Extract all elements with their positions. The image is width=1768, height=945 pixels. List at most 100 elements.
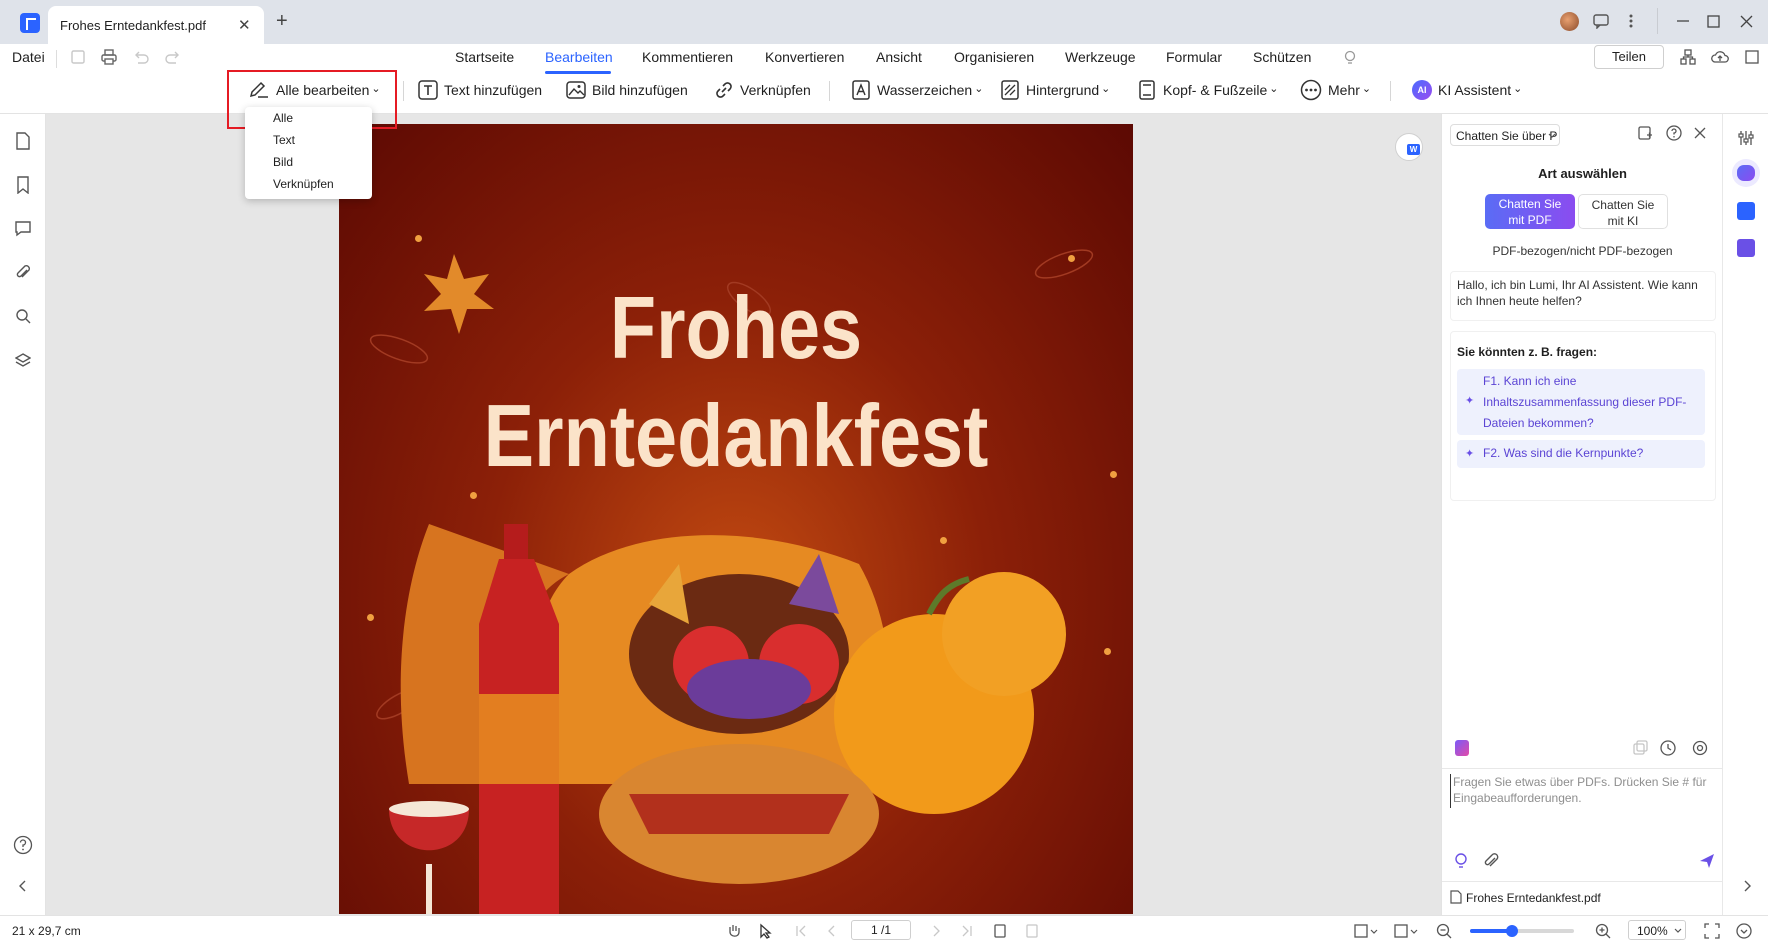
chat-with-ai-button[interactable]: Chatten Sie mit KI xyxy=(1578,194,1668,229)
new-tab-icon[interactable]: + xyxy=(276,10,288,33)
tab-bearbeiten[interactable]: Bearbeiten xyxy=(545,49,613,65)
lightbulb-icon[interactable] xyxy=(1454,853,1468,869)
sliders-icon[interactable] xyxy=(1738,130,1754,146)
copy-icon[interactable] xyxy=(1632,740,1648,756)
more-button[interactable]: Mehr ⌄ xyxy=(1300,79,1371,101)
watermark-button[interactable]: Wasserzeichen ⌄ xyxy=(851,79,983,101)
view-mode-icon[interactable] xyxy=(1394,923,1418,939)
document-tab[interactable]: Frohes Erntedankfest.pdf ✕ xyxy=(48,6,264,44)
tab-organisieren[interactable]: Organisieren xyxy=(954,49,1034,65)
tab-werkzeuge[interactable]: Werkzeuge xyxy=(1065,49,1136,65)
search-icon[interactable] xyxy=(15,308,31,326)
page-thumbnails-icon[interactable] xyxy=(15,132,31,150)
file-menu[interactable]: Datei xyxy=(12,49,45,65)
prompt-library-icon[interactable] xyxy=(1455,740,1469,756)
avatar[interactable] xyxy=(1560,12,1579,31)
suggestions-heading: Sie könnten z. B. fragen: xyxy=(1457,345,1598,359)
header-footer-button[interactable]: Kopf- & Fußzeile ⌄ xyxy=(1137,79,1278,101)
attachment-icon[interactable] xyxy=(15,264,31,282)
hand-tool-icon[interactable] xyxy=(726,923,742,939)
watermark-icon xyxy=(852,80,870,100)
fullscreen-icon[interactable] xyxy=(1704,923,1720,939)
more-dots-icon xyxy=(1300,79,1322,101)
page-layout-icon[interactable] xyxy=(1354,923,1378,939)
link-button[interactable]: Verknüpfen xyxy=(714,79,811,101)
close-panel-icon[interactable] xyxy=(1694,127,1706,139)
history-icon[interactable] xyxy=(1660,740,1676,756)
next-page-icon[interactable] xyxy=(930,925,942,937)
add-image-label: Bild hinzufügen xyxy=(592,82,688,98)
tab-ansicht[interactable]: Ansicht xyxy=(876,49,922,65)
ai-assistant-button[interactable]: AI KI Assistent ⌄ xyxy=(1412,79,1522,101)
context-file-name: Frohes Erntedankfest.pdf xyxy=(1466,891,1601,905)
redo-icon[interactable] xyxy=(165,49,181,65)
dropdown-item-bild[interactable]: Bild xyxy=(273,155,293,169)
zoom-slider[interactable] xyxy=(1470,925,1574,937)
tab-formular[interactable]: Formular xyxy=(1166,49,1222,65)
pdf-page[interactable]: Frohes Erntedankfest xyxy=(339,124,1133,914)
share-button[interactable]: Teilen xyxy=(1594,45,1664,69)
comment-icon[interactable] xyxy=(15,220,31,238)
add-text-button[interactable]: Text hinzufügen xyxy=(418,79,542,101)
background-button[interactable]: Hintergrund ⌄ xyxy=(1000,79,1110,101)
fit-page-icon[interactable] xyxy=(1024,923,1040,939)
close-window-icon[interactable] xyxy=(1740,15,1753,28)
network-icon[interactable] xyxy=(1680,49,1696,65)
undo-icon[interactable] xyxy=(133,49,149,65)
help-circle-icon[interactable] xyxy=(1666,125,1682,141)
suggestion-text: F2. Was sind die Kernpunkte? xyxy=(1483,446,1644,460)
minimize-icon[interactable] xyxy=(1676,16,1690,26)
previous-page-icon[interactable] xyxy=(826,925,838,937)
expand-icon[interactable] xyxy=(1744,49,1760,65)
checklist-icon[interactable] xyxy=(1737,239,1755,257)
bookmark-icon[interactable] xyxy=(15,176,31,194)
new-chat-icon[interactable] xyxy=(1637,125,1653,141)
collapse-statusbar-icon[interactable] xyxy=(1736,923,1752,939)
tab-schuetzen[interactable]: Schützen xyxy=(1253,49,1311,65)
dropdown-item-text[interactable]: Text xyxy=(273,133,295,147)
expand-right-icon[interactable] xyxy=(1742,880,1752,892)
ai-chat-input[interactable]: Fragen Sie etwas über PDFs. Drücken Sie … xyxy=(1450,774,1710,808)
select-tool-icon[interactable] xyxy=(758,923,774,939)
chevron-down-icon: ⌄ xyxy=(1513,82,1523,95)
ai-assistant-label: KI Assistent xyxy=(1438,82,1512,98)
chat-with-pdf-button[interactable]: Chatten Sie mit PDF xyxy=(1485,194,1575,229)
layers-icon[interactable] xyxy=(15,352,31,370)
suggestion-item[interactable]: ✦ F1. Kann ich eine Inhaltszusammenfassu… xyxy=(1457,369,1705,435)
zoom-slider-handle[interactable] xyxy=(1505,925,1518,937)
page-number-input[interactable]: 1 /1 xyxy=(851,920,911,940)
convert-to-word-icon[interactable] xyxy=(1395,133,1423,161)
tab-startseite[interactable]: Startseite xyxy=(455,49,514,65)
zoom-out-icon[interactable] xyxy=(1436,923,1452,939)
add-image-button[interactable]: Bild hinzufügen xyxy=(566,79,688,101)
feedback-icon[interactable] xyxy=(1593,13,1609,29)
zoom-in-icon[interactable] xyxy=(1595,923,1611,939)
collapse-left-icon[interactable] xyxy=(18,880,28,892)
ai-robot-tab[interactable] xyxy=(1732,159,1760,187)
send-icon[interactable] xyxy=(1699,853,1715,869)
sparkle-icon: ✦ xyxy=(1465,395,1475,407)
dropdown-item-verknuepfen[interactable]: Verknüpfen xyxy=(273,177,334,191)
save-icon[interactable] xyxy=(70,49,86,65)
tab-kommentieren[interactable]: Kommentieren xyxy=(642,49,733,65)
suggestion-item[interactable]: ✦ F2. Was sind die Kernpunkte? xyxy=(1457,440,1705,468)
last-page-icon[interactable] xyxy=(961,925,973,937)
lightbulb-icon[interactable] xyxy=(1342,49,1358,65)
zoom-select[interactable]: 100% xyxy=(1628,920,1686,940)
settings-icon[interactable] xyxy=(1692,740,1708,756)
rotate-page-icon[interactable] xyxy=(992,923,1008,939)
dropdown-item-alle[interactable]: Alle xyxy=(273,111,293,125)
first-page-icon[interactable] xyxy=(795,925,807,937)
close-tab-icon[interactable]: ✕ xyxy=(238,16,251,34)
attach-file-icon[interactable] xyxy=(1482,853,1500,869)
help-icon[interactable] xyxy=(13,835,33,855)
cloud-upload-icon[interactable] xyxy=(1711,49,1729,65)
chat-mode-select[interactable]: Chatten Sie über P xyxy=(1450,124,1560,146)
maximize-icon[interactable] xyxy=(1707,15,1720,28)
print-icon[interactable] xyxy=(101,49,117,65)
background-label: Hintergrund xyxy=(1026,82,1100,98)
chevron-down-icon: ⌄ xyxy=(1101,82,1111,95)
more-vertical-icon[interactable] xyxy=(1627,13,1635,29)
tab-konvertieren[interactable]: Konvertieren xyxy=(765,49,844,65)
translate-icon[interactable] xyxy=(1737,202,1755,220)
